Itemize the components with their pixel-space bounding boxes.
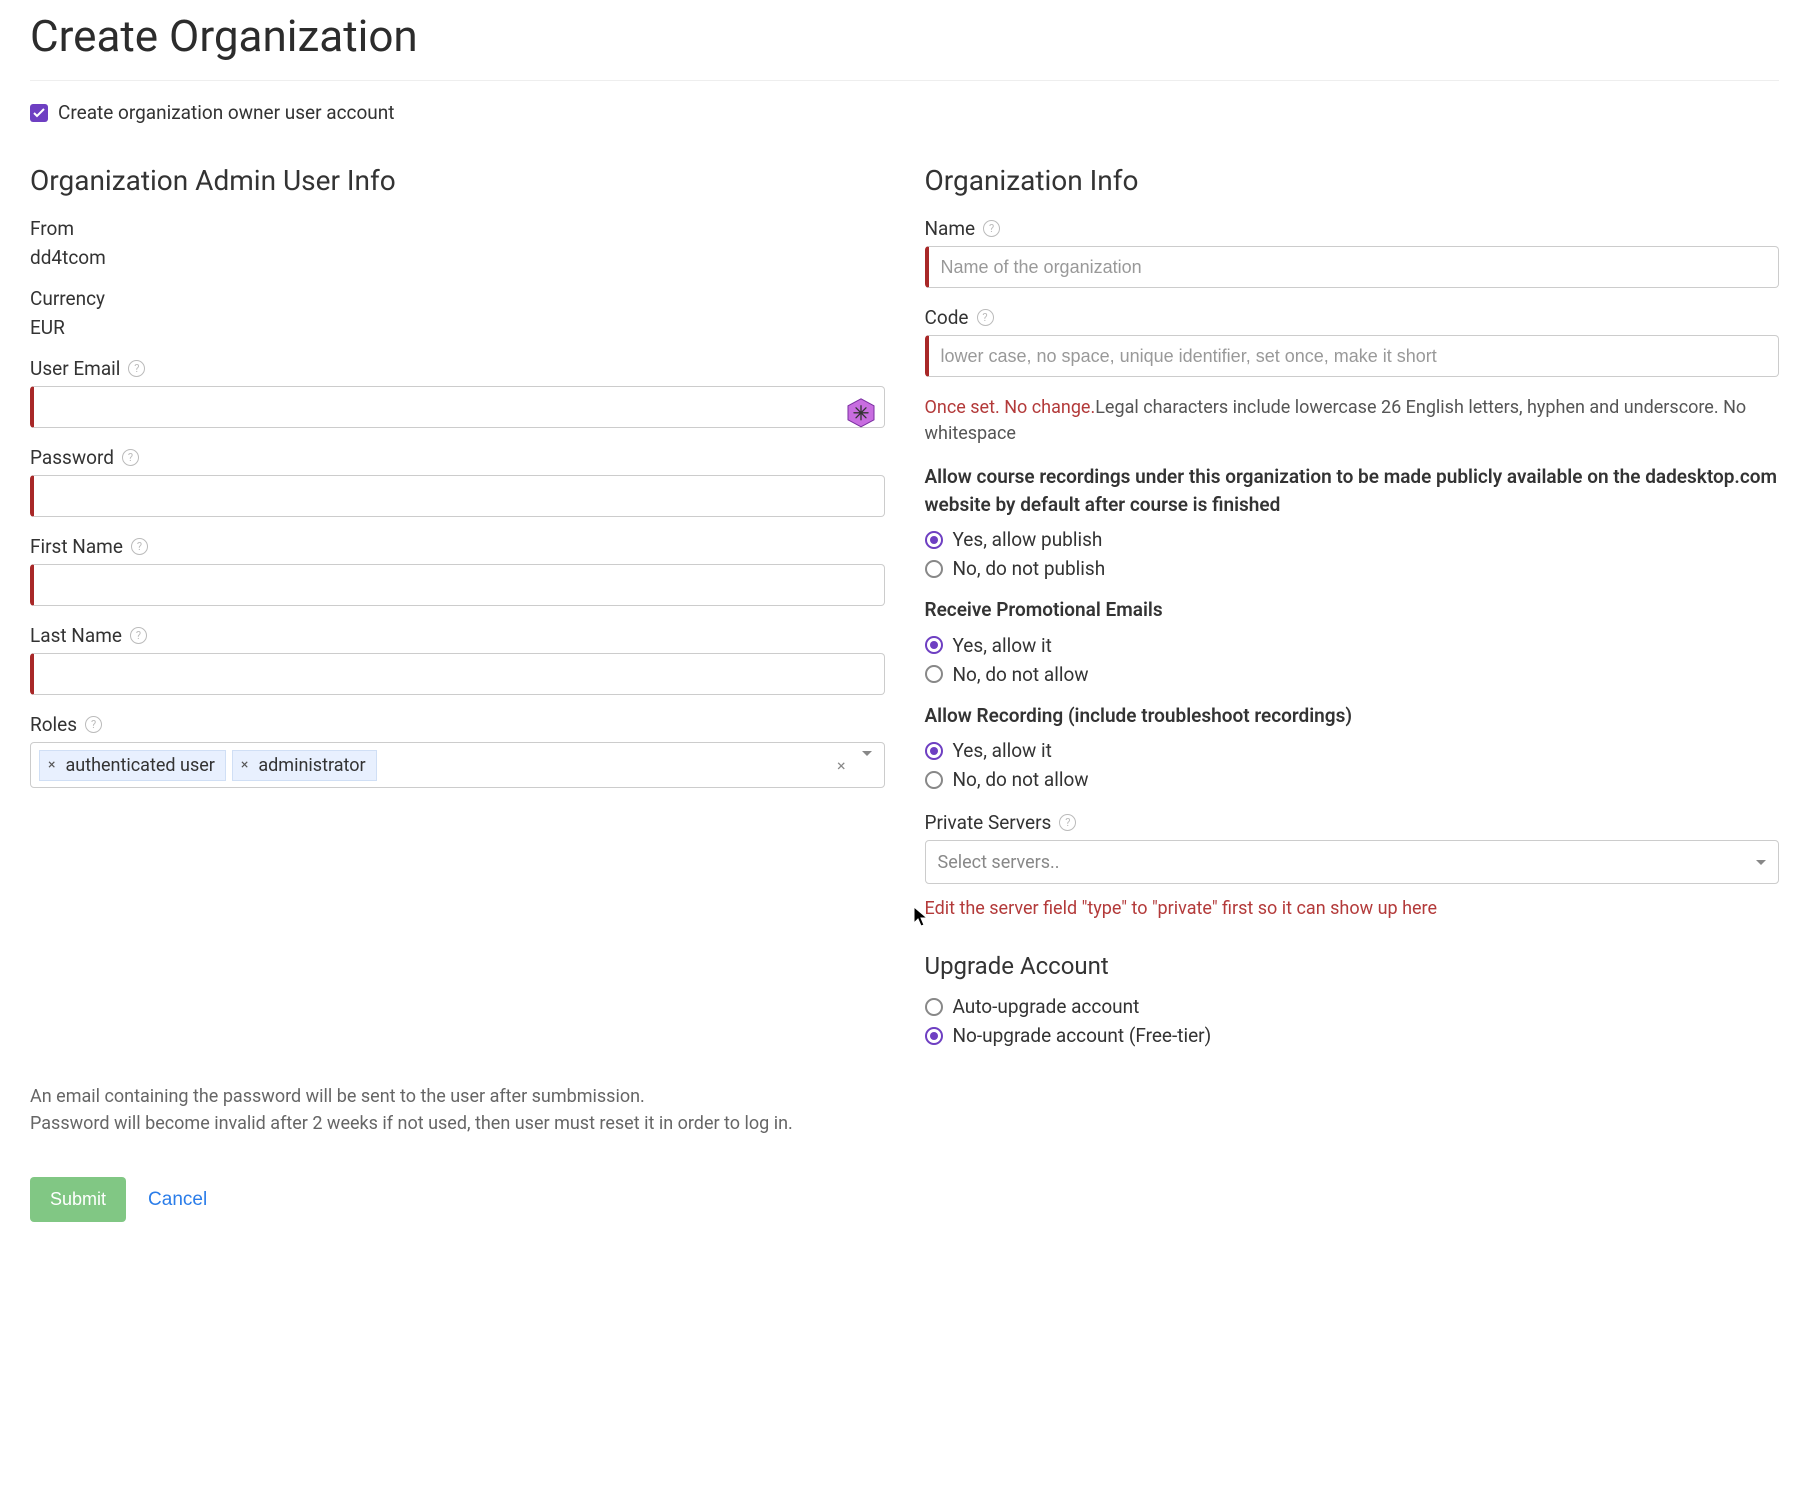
cancel-button[interactable]: Cancel <box>148 1189 207 1211</box>
create-owner-checkbox[interactable] <box>30 104 48 122</box>
radio-label: Yes, allow it <box>953 739 1052 762</box>
admin-user-section: Organization Admin User Info From dd4tco… <box>30 164 885 1053</box>
radio-label: No, do not publish <box>953 557 1106 580</box>
roles-label: Roles <box>30 713 77 736</box>
radio-icon <box>925 636 943 654</box>
radio-icon <box>925 998 943 1016</box>
publish-no-radio[interactable]: No, do not publish <box>925 557 1780 580</box>
radio-icon <box>925 665 943 683</box>
create-owner-checkbox-label: Create organization owner user account <box>58 101 394 124</box>
radio-label: No, do not allow <box>953 663 1089 686</box>
publish-question: Allow course recordings under this organ… <box>925 463 1780 518</box>
radio-icon <box>925 531 943 549</box>
radio-label: No, do not allow <box>953 768 1089 791</box>
org-name-field[interactable] <box>925 246 1780 288</box>
promo-question: Receive Promotional Emails <box>925 596 1780 624</box>
email-label: User Email <box>30 357 120 380</box>
help-icon[interactable]: ? <box>131 538 148 555</box>
page-title: Create Organization <box>30 0 1779 81</box>
private-servers-warning: Edit the server field "type" to "private… <box>925 896 1780 922</box>
recording-question: Allow Recording (include troubleshoot re… <box>925 702 1780 730</box>
first-name-label: First Name <box>30 535 123 558</box>
help-icon[interactable]: ? <box>122 449 139 466</box>
publish-yes-radio[interactable]: Yes, allow publish <box>925 528 1780 551</box>
help-icon[interactable]: ? <box>1059 814 1076 831</box>
password-label: Password <box>30 446 114 469</box>
recording-no-radio[interactable]: No, do not allow <box>925 768 1780 791</box>
promo-yes-radio[interactable]: Yes, allow it <box>925 634 1780 657</box>
from-label: From <box>30 217 885 240</box>
remove-tag-icon[interactable]: × <box>46 757 57 773</box>
clear-all-icon[interactable]: × <box>837 756 846 775</box>
radio-label: Auto-upgrade account <box>953 995 1140 1018</box>
name-label: Name <box>925 217 976 240</box>
organization-info-section: Organization Info Name ? Code ? Once set… <box>925 164 1780 1053</box>
radio-icon <box>925 560 943 578</box>
currency-label: Currency <box>30 287 885 310</box>
from-value: dd4tcom <box>30 246 885 269</box>
upgrade-auto-radio[interactable]: Auto-upgrade account <box>925 995 1780 1018</box>
chevron-down-icon[interactable] <box>862 756 872 775</box>
promo-no-radio[interactable]: No, do not allow <box>925 663 1780 686</box>
code-label: Code <box>925 306 969 329</box>
radio-label: Yes, allow publish <box>953 528 1103 551</box>
submit-button[interactable]: Submit <box>30 1177 126 1222</box>
chevron-down-icon <box>1756 860 1766 865</box>
help-icon[interactable]: ? <box>128 360 145 377</box>
help-icon[interactable]: ? <box>85 716 102 733</box>
extension-icon[interactable] <box>845 397 877 429</box>
private-servers-dropdown[interactable]: Select servers.. <box>925 840 1780 884</box>
upgrade-none-radio[interactable]: No-upgrade account (Free-tier) <box>925 1024 1780 1047</box>
code-helper-text: Once set. No change.Legal characters inc… <box>925 395 1780 447</box>
org-section-title: Organization Info <box>925 164 1780 197</box>
dropdown-placeholder: Select servers.. <box>938 852 1060 873</box>
help-icon[interactable]: ? <box>130 627 147 644</box>
private-servers-label: Private Servers <box>925 811 1052 834</box>
radio-icon <box>925 1027 943 1045</box>
help-icon[interactable]: ? <box>977 309 994 326</box>
admin-section-title: Organization Admin User Info <box>30 164 885 197</box>
radio-icon <box>925 742 943 760</box>
upgrade-section-title: Upgrade Account <box>925 952 1780 980</box>
password-field[interactable] <box>30 475 885 517</box>
last-name-label: Last Name <box>30 624 122 647</box>
currency-value: EUR <box>30 316 885 339</box>
email-field[interactable] <box>30 386 885 428</box>
first-name-field[interactable] <box>30 564 885 606</box>
role-tag: × authenticated user <box>39 750 226 781</box>
org-code-field[interactable] <box>925 335 1780 377</box>
help-icon[interactable]: ? <box>983 220 1000 237</box>
last-name-field[interactable] <box>30 653 885 695</box>
footer-notes: An email containing the password will be… <box>30 1083 1779 1137</box>
radio-icon <box>925 771 943 789</box>
role-tag-label: authenticated user <box>65 755 214 776</box>
radio-label: Yes, allow it <box>953 634 1052 657</box>
recording-yes-radio[interactable]: Yes, allow it <box>925 739 1780 762</box>
check-icon <box>33 108 45 118</box>
radio-label: No-upgrade account (Free-tier) <box>953 1024 1212 1047</box>
roles-multiselect[interactable]: × authenticated user × administrator × <box>30 742 885 788</box>
role-tag: × administrator <box>232 750 377 781</box>
role-tag-label: administrator <box>258 755 365 776</box>
remove-tag-icon[interactable]: × <box>239 757 250 773</box>
